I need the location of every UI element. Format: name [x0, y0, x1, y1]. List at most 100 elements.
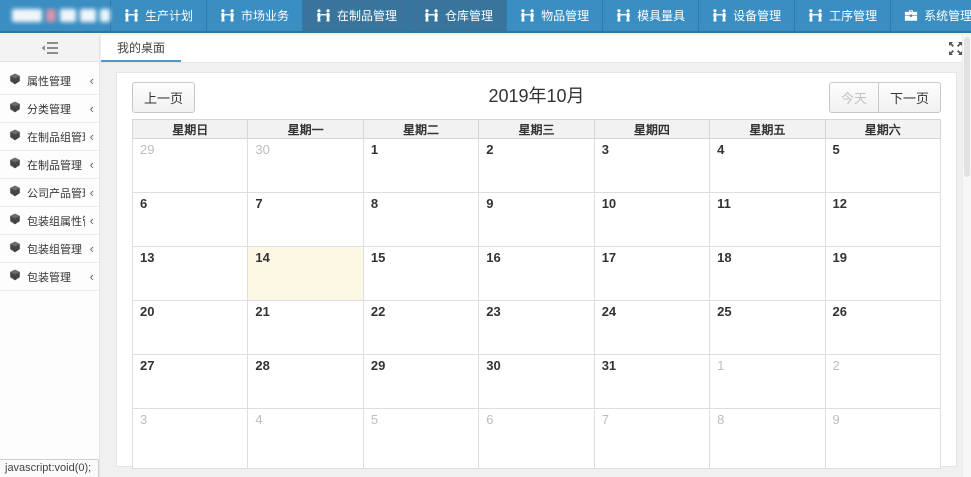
sidebar-item-label: 在制品组管理 — [27, 129, 85, 145]
day-number: 7 — [595, 409, 709, 427]
prev-month-button[interactable]: 上一页 — [132, 82, 195, 113]
calendar-day-cell: 8 — [710, 409, 825, 469]
fullscreen-icon[interactable] — [949, 42, 962, 60]
cube-icon — [9, 101, 21, 116]
calendar-day-cell: 2 — [825, 355, 940, 409]
calendar-day-cell: 16 — [479, 247, 594, 301]
nav-item-5[interactable]: 物品管理 — [506, 0, 602, 31]
chevron-left-icon: ‹ — [90, 185, 94, 198]
chevron-left-icon: ‹ — [90, 213, 94, 226]
calendar-day-cell: 9 — [479, 193, 594, 247]
calendar-day-cell: 7 — [594, 409, 709, 469]
day-number: 3 — [595, 139, 709, 157]
day-number: 9 — [479, 193, 593, 211]
day-number: 4 — [248, 409, 362, 427]
nav-item-9[interactable]: 系统管理 — [890, 0, 971, 31]
cube-icon — [9, 73, 21, 88]
day-number: 14 — [248, 247, 362, 265]
calendar-day-cell: 18 — [710, 247, 825, 301]
calendar-day-cell: 3 — [594, 139, 709, 193]
calendar-day-cell: 10 — [594, 193, 709, 247]
scrollbar-thumb[interactable] — [964, 37, 970, 177]
calendar-day-cell-today: 14 — [248, 247, 363, 301]
calendar-day-cell: 4 — [248, 409, 363, 469]
day-number: 28 — [248, 355, 362, 373]
calendar-day-cell: 6 — [479, 409, 594, 469]
today-button[interactable]: 今天 — [829, 82, 878, 113]
tab-bar: 我的桌面 — [101, 35, 971, 63]
nav-item-label: 系统管理 — [924, 7, 971, 24]
calendar-week-row: 3456789 — [133, 409, 941, 469]
nav-item-label: 仓库管理 — [445, 7, 493, 24]
collapse-menu-icon[interactable] — [0, 35, 99, 62]
calendar-week-row: 272829303112 — [133, 355, 941, 409]
top-menu: 生产计划 市场业务在制品管理 仓库管理物品管理模具量具 设备管理工序管理 系统管理 — [110, 0, 971, 31]
day-number: 13 — [133, 247, 247, 265]
sidebar-item-label: 包装组管理 — [27, 241, 82, 257]
day-number: 17 — [595, 247, 709, 265]
chevron-left-icon: ‹ — [90, 73, 94, 86]
calendar-day-cell: 1 — [363, 139, 478, 193]
day-number: 18 — [710, 247, 824, 265]
day-number: 23 — [479, 301, 593, 319]
calendar-week-row: 20212223242526 — [133, 301, 941, 355]
day-number: 4 — [710, 139, 824, 157]
cube-icon — [9, 213, 21, 228]
calendar-table: 星期日星期一星期二星期三星期四星期五星期六 293012345678910111… — [132, 119, 941, 469]
calendar-day-cell: 9 — [825, 409, 940, 469]
calendar-week-row: 293012345 — [133, 139, 941, 193]
day-number: 29 — [364, 355, 478, 373]
day-number: 15 — [364, 247, 478, 265]
calendar-day-cell: 5 — [363, 409, 478, 469]
nav-item-3[interactable]: 在制品管理 — [302, 0, 410, 31]
tab-my-desktop[interactable]: 我的桌面 — [101, 35, 181, 62]
top-navbar: 生产计划市场业务在制品管理仓库管理物品管理模具量具设备管理工序管理系统管理 管理… — [0, 0, 971, 33]
next-month-button[interactable]: 下一页 — [878, 82, 941, 113]
vertical-scrollbar[interactable] — [962, 35, 971, 477]
calendar-day-cell: 19 — [825, 247, 940, 301]
cube-icon — [9, 269, 21, 284]
nav-item-4[interactable]: 仓库管理 — [410, 0, 506, 31]
sidebar-menu: 属性管理‹分类管理‹在制品组管理‹在制品管理‹公司产品管理‹包装组属性管理‹包装… — [0, 62, 99, 291]
sidebar-item-1[interactable]: 属性管理 ‹ — [0, 67, 99, 95]
sidebar-item-7[interactable]: 包装组管理 ‹ — [0, 235, 99, 263]
sidebar-item-8[interactable]: 包装管理‹ — [0, 263, 99, 291]
tab-label: 我的桌面 — [117, 39, 165, 56]
calendar-day-cell: 30 — [479, 355, 594, 409]
calendar-day-cell: 3 — [133, 409, 248, 469]
day-number: 16 — [479, 247, 593, 265]
day-number: 5 — [364, 409, 478, 427]
cube-icon — [9, 185, 21, 200]
nav-item-7[interactable]: 设备管理 — [698, 0, 794, 31]
calendar-day-cell: 13 — [133, 247, 248, 301]
day-number: 3 — [133, 409, 247, 427]
sidebar-item-2[interactable]: 分类管理‹ — [0, 95, 99, 123]
sidebar-item-5[interactable]: 公司产品管理‹ — [0, 179, 99, 207]
sidebar-item-4[interactable]: 在制品管理‹ — [0, 151, 99, 179]
day-number: 22 — [364, 301, 478, 319]
calendar-day-cell: 24 — [594, 301, 709, 355]
calendar-nav-group: 今天 下一页 — [829, 82, 941, 113]
weekday-header: 星期三 — [479, 120, 594, 139]
day-number: 9 — [826, 409, 940, 427]
calendar-day-cell: 29 — [363, 355, 478, 409]
nav-item-8[interactable]: 工序管理 — [794, 0, 890, 31]
nav-item-1[interactable]: 生产计划 — [110, 0, 206, 31]
nav-item-2[interactable]: 市场业务 — [206, 0, 302, 31]
sidebar-item-6[interactable]: 包装组属性管理‹ — [0, 207, 99, 235]
workers-icon — [220, 9, 235, 22]
calendar-day-cell: 23 — [479, 301, 594, 355]
nav-item-6[interactable]: 模具量具 — [602, 0, 698, 31]
chevron-left-icon: ‹ — [90, 129, 94, 142]
nav-item-label: 市场业务 — [241, 7, 289, 24]
weekday-header: 星期一 — [248, 120, 363, 139]
sidebar-item-label: 属性管理 — [27, 73, 71, 89]
calendar-day-cell: 26 — [825, 301, 940, 355]
day-number: 19 — [826, 247, 940, 265]
nav-item-label: 设备管理 — [733, 7, 781, 24]
chevron-left-icon: ‹ — [90, 241, 94, 254]
cube-icon — [9, 157, 21, 172]
briefcase-icon — [904, 9, 918, 22]
day-number: 2 — [479, 139, 593, 157]
sidebar-item-3[interactable]: 在制品组管理 ‹ — [0, 123, 99, 151]
